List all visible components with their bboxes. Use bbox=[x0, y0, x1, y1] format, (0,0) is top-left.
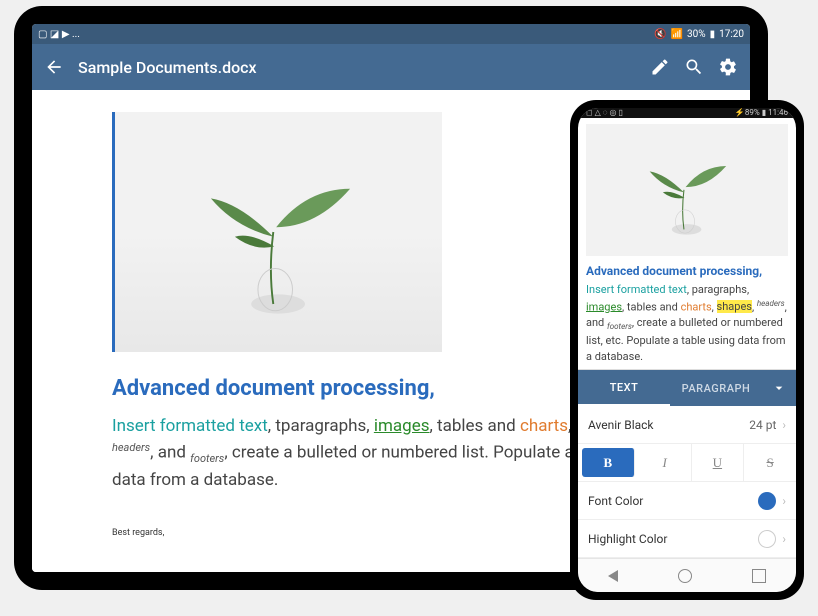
font-color-swatch bbox=[758, 492, 776, 510]
text-headers-superscript: headers bbox=[112, 441, 150, 454]
text-plain: , and bbox=[150, 443, 190, 463]
font-color-row[interactable]: Font Color › bbox=[578, 482, 796, 520]
phone-document-image[interactable] bbox=[586, 124, 788, 256]
wifi-icon: 📶 bbox=[671, 29, 683, 40]
underline-button[interactable]: U bbox=[692, 444, 745, 481]
link-images[interactable]: images bbox=[374, 416, 430, 436]
nav-home-icon[interactable] bbox=[678, 569, 692, 583]
status-icons-left: ▢ ◪ ▶ ... bbox=[38, 29, 80, 40]
collapse-panel-button[interactable] bbox=[762, 380, 796, 396]
highlight-color-label: Highlight Color bbox=[588, 532, 667, 546]
phone-doc-paragraph[interactable]: Insert formatted text, paragraphs, image… bbox=[586, 282, 788, 365]
document-image-plant[interactable] bbox=[112, 112, 442, 352]
formatting-panel: TEXT PARAGRAPH Avenir Black 24 pt › B I … bbox=[578, 369, 796, 592]
tablet-app-bar: Sample Documents.docx bbox=[32, 44, 750, 90]
battery-text: 30% bbox=[687, 29, 706, 40]
italic-button[interactable]: I bbox=[639, 444, 692, 481]
strikethrough-button[interactable]: S bbox=[744, 444, 796, 481]
highlight-color-swatch bbox=[758, 530, 776, 548]
phone-nav-bar bbox=[578, 558, 796, 592]
text-insert-formatted: Insert formatted text bbox=[586, 283, 687, 296]
link-images[interactable]: images bbox=[586, 300, 622, 313]
tab-text[interactable]: TEXT bbox=[578, 370, 670, 406]
panel-tabs: TEXT PARAGRAPH bbox=[578, 370, 796, 406]
text-plain: , tables and bbox=[429, 416, 520, 436]
plant-illustration bbox=[180, 136, 376, 328]
back-arrow-icon[interactable] bbox=[44, 57, 64, 77]
font-name-value: Avenir Black bbox=[588, 418, 654, 432]
phone-status-right: ⚡89% ▮ 11:46 bbox=[735, 108, 788, 117]
battery-icon: ▮ bbox=[710, 29, 716, 40]
text-footers-subscript: footers bbox=[607, 323, 632, 332]
nav-back-icon[interactable] bbox=[608, 570, 618, 582]
phone-screen: ◻︎ △ ◌ ◎ ▯ ⚡89% ▮ 11:46 Advanced documen… bbox=[578, 108, 796, 592]
style-buttons-row: B I U S bbox=[578, 444, 796, 482]
gear-icon[interactable] bbox=[718, 57, 738, 77]
font-size-value: 24 pt bbox=[749, 418, 776, 432]
tablet-status-bar: ▢ ◪ ▶ ... 🔇 📶 30% ▮ 17:20 bbox=[32, 24, 750, 44]
text-shapes-highlighted: shapes bbox=[717, 300, 752, 313]
search-icon[interactable] bbox=[684, 57, 704, 77]
tab-paragraph[interactable]: PARAGRAPH bbox=[670, 370, 762, 406]
document-title: Sample Documents.docx bbox=[78, 58, 636, 77]
text-footers-subscript: footers bbox=[190, 452, 224, 465]
font-color-label: Font Color bbox=[588, 494, 643, 508]
edit-icon[interactable] bbox=[650, 57, 670, 77]
highlight-color-row[interactable]: Highlight Color › bbox=[578, 520, 796, 558]
bold-button[interactable]: B bbox=[582, 448, 635, 477]
text-charts: charts bbox=[520, 416, 568, 436]
phone-status-left: ◻︎ △ ◌ ◎ ▯ bbox=[586, 108, 623, 117]
status-time: 17:20 bbox=[719, 29, 744, 40]
text-plain: , tparagraphs, bbox=[268, 416, 374, 436]
chevron-right-icon: › bbox=[782, 532, 786, 546]
text-insert-formatted: Insert formatted text bbox=[112, 416, 268, 436]
mute-icon: 🔇 bbox=[654, 29, 666, 40]
plant-illustration bbox=[626, 137, 747, 243]
text-headers-superscript: headers bbox=[757, 299, 785, 308]
phone-document-area[interactable]: Advanced document processing, Insert for… bbox=[578, 118, 796, 369]
phone-frame: ◻︎ △ ◌ ◎ ▯ ⚡89% ▮ 11:46 Advanced documen… bbox=[570, 100, 804, 600]
font-row[interactable]: Avenir Black 24 pt › bbox=[578, 406, 796, 444]
nav-recents-icon[interactable] bbox=[752, 569, 766, 583]
phone-doc-heading[interactable]: Advanced document processing, bbox=[586, 264, 788, 278]
chevron-right-icon: › bbox=[782, 494, 786, 508]
chevron-right-icon: › bbox=[782, 418, 786, 432]
text-charts: charts bbox=[681, 300, 712, 313]
phone-status-bar: ◻︎ △ ◌ ◎ ▯ ⚡89% ▮ 11:46 bbox=[578, 108, 796, 118]
